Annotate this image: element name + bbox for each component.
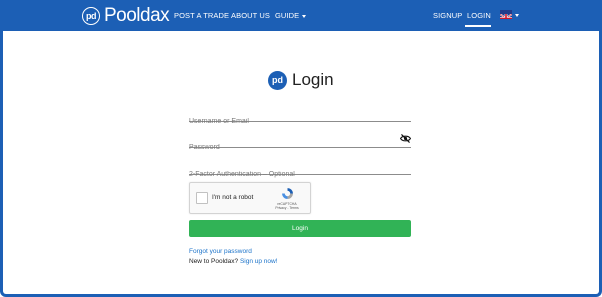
nav-login[interactable]: LOGIN bbox=[467, 11, 491, 20]
username-input[interactable] bbox=[189, 116, 411, 127]
brand-logo[interactable]: pd Pooldax bbox=[82, 5, 170, 26]
nav-about-us[interactable]: ABOUT US bbox=[231, 11, 270, 20]
chevron-down-icon bbox=[302, 14, 307, 18]
recaptcha-checkbox[interactable] bbox=[196, 192, 208, 204]
password-field bbox=[189, 134, 411, 153]
recaptcha-label: I'm not a robot bbox=[212, 194, 254, 201]
login-button[interactable]: Login bbox=[189, 220, 411, 237]
nav-active-indicator bbox=[465, 25, 491, 27]
nav-signup[interactable]: SIGNUP bbox=[433, 11, 462, 20]
recaptcha-icon bbox=[282, 188, 293, 199]
language-chevron-down-icon[interactable] bbox=[515, 14, 519, 17]
uk-flag-icon[interactable] bbox=[500, 10, 512, 19]
recaptcha-widget: I'm not a robot reCAPTCHA Privacy - Term… bbox=[189, 182, 311, 214]
brand-mark-icon: pd bbox=[82, 7, 100, 25]
recaptcha-brand: reCAPTCHA Privacy - Terms bbox=[270, 202, 304, 210]
nav-post-a-trade[interactable]: POST A TRADE bbox=[174, 11, 229, 20]
new-user-text: New to Pooldax? bbox=[189, 258, 239, 265]
brand-name: Pooldax bbox=[104, 5, 170, 26]
eye-slash-icon[interactable] bbox=[400, 134, 411, 143]
username-field bbox=[189, 110, 411, 127]
twofa-input[interactable] bbox=[189, 169, 411, 180]
recaptcha-privacy-terms[interactable]: Privacy - Terms bbox=[270, 206, 304, 210]
signup-link[interactable]: Sign up now! bbox=[240, 258, 278, 265]
password-input[interactable] bbox=[189, 142, 411, 153]
twofa-field bbox=[189, 163, 411, 180]
forgot-password-link[interactable]: Forgot your password bbox=[189, 248, 252, 255]
login-heading: pd Login bbox=[268, 70, 334, 90]
nav-guide[interactable]: GUIDE bbox=[275, 11, 307, 20]
signup-prompt: New to Pooldax? Sign up now! bbox=[189, 258, 278, 265]
page-title: Login bbox=[292, 70, 334, 89]
nav-guide-label: GUIDE bbox=[275, 11, 300, 20]
pooldax-logo-icon: pd bbox=[268, 70, 287, 90]
top-navbar: pd Pooldax POST A TRADE ABOUT US GUIDE S… bbox=[0, 0, 602, 31]
